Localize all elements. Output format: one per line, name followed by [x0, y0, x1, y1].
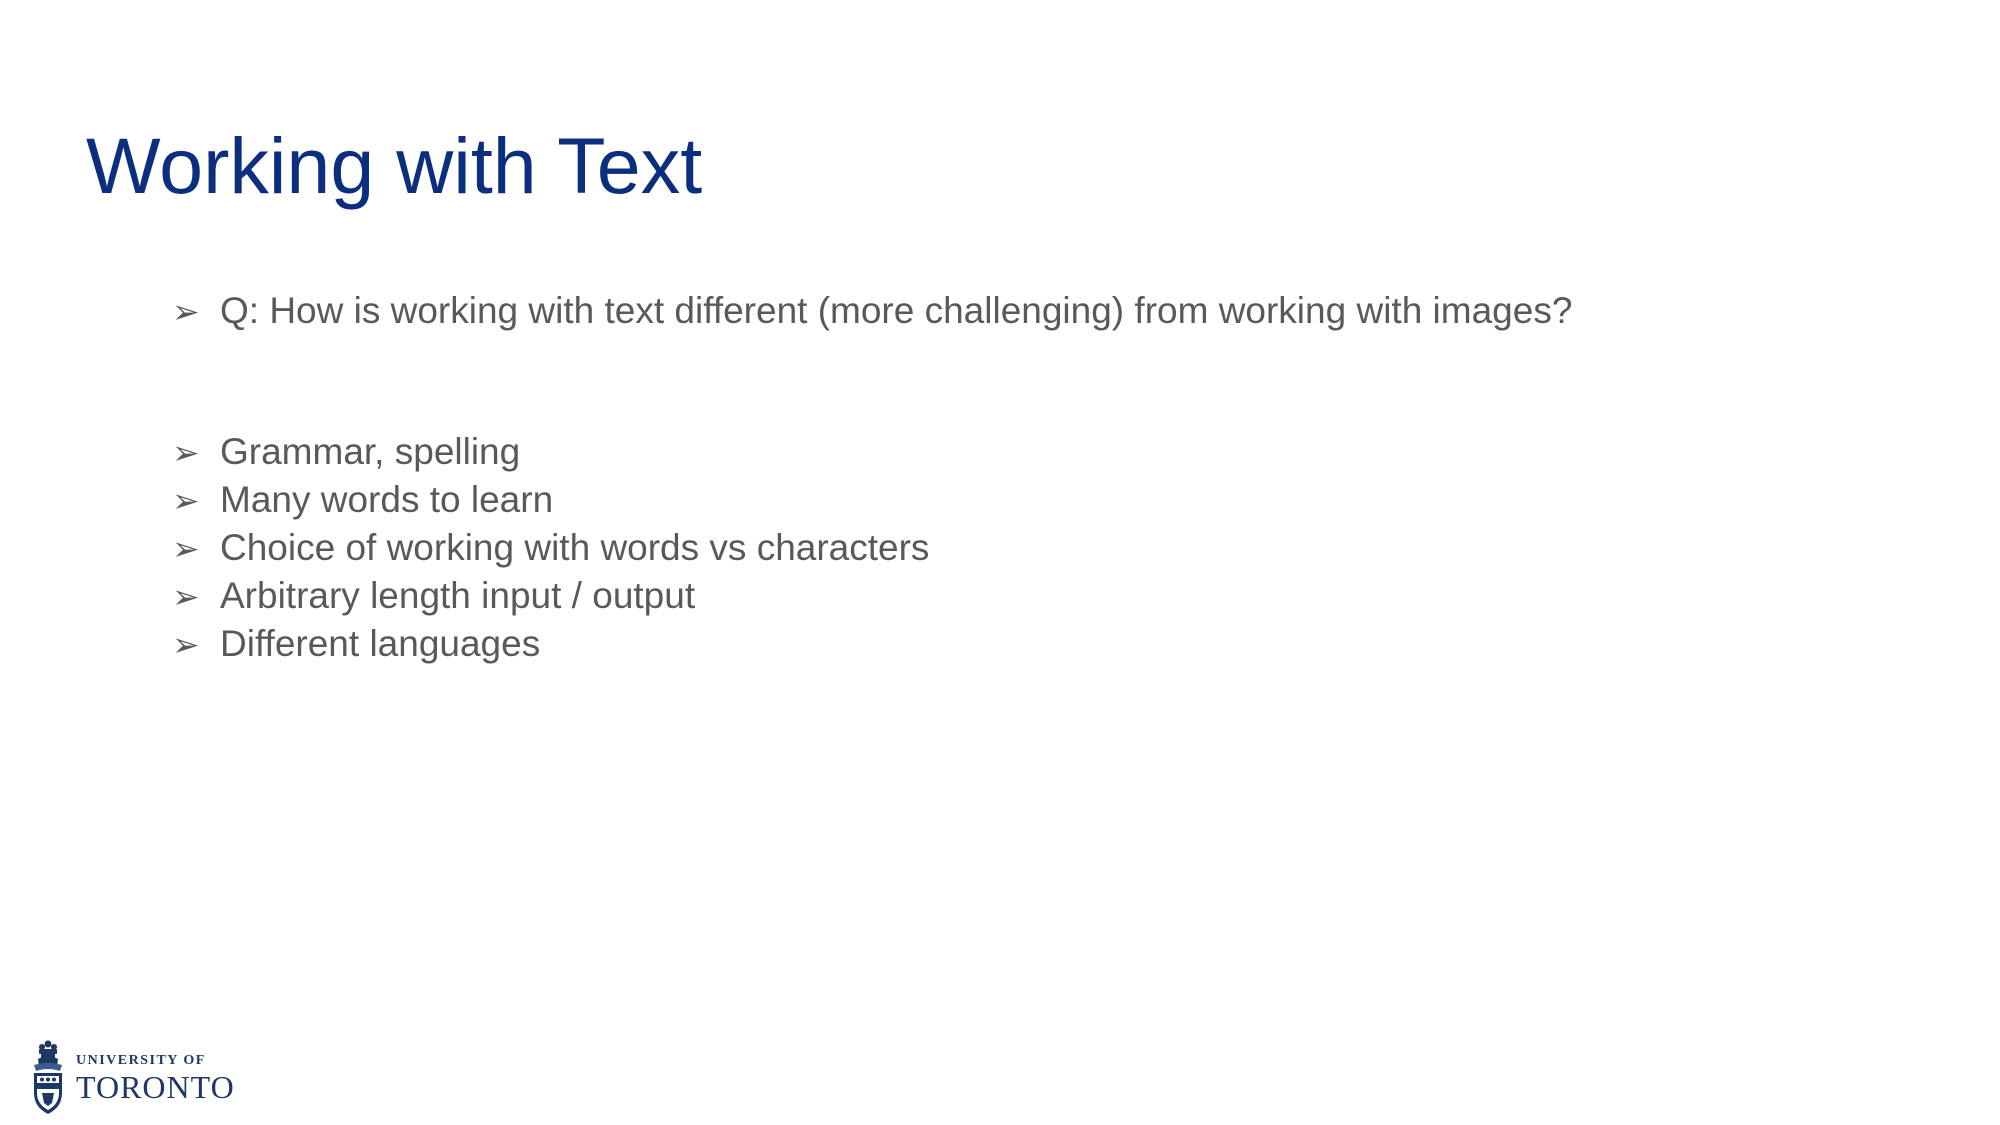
arrow-bullet-icon: ➢	[172, 433, 200, 472]
answer-list: ➢ Grammar, spelling ➢ Many words to lear…	[172, 428, 929, 668]
crest-icon	[34, 1040, 62, 1114]
question-item: ➢ Q: How is working with text different …	[172, 287, 1572, 335]
arrow-bullet-icon: ➢	[172, 625, 200, 664]
arrow-bullet-icon: ➢	[172, 481, 200, 520]
logo-line-university-of: UNIVERSITY OF	[76, 1053, 206, 1068]
logo-line-toronto: TORONTO	[76, 1069, 235, 1105]
question-list: ➢ Q: How is working with text different …	[172, 287, 1572, 335]
answer-text: Grammar, spelling	[220, 431, 521, 472]
answer-item: ➢ Choice of working with words vs charac…	[172, 524, 929, 572]
answer-item: ➢ Arbitrary length input / output	[172, 572, 929, 620]
slide: Working with Text ➢ Q: How is working wi…	[0, 0, 2000, 1125]
arrow-bullet-icon: ➢	[172, 577, 200, 616]
arrow-bullet-icon: ➢	[172, 529, 200, 568]
answer-item: ➢ Many words to learn	[172, 476, 929, 524]
answer-item: ➢ Different languages	[172, 620, 929, 668]
answer-text: Many words to learn	[220, 479, 554, 520]
question-text: Q: How is working with text different (m…	[220, 290, 1573, 331]
logo-wordmark: UNIVERSITY OF TORONTO	[76, 1052, 235, 1104]
answer-text: Choice of working with words vs characte…	[220, 527, 930, 568]
slide-title: Working with Text	[86, 121, 703, 210]
arrow-bullet-icon: ➢	[172, 292, 200, 331]
answer-item: ➢ Grammar, spelling	[172, 428, 929, 476]
answer-text: Different languages	[220, 623, 541, 664]
answer-text: Arbitrary length input / output	[220, 575, 696, 616]
university-logo: UNIVERSITY OF TORONTO	[30, 1038, 235, 1118]
